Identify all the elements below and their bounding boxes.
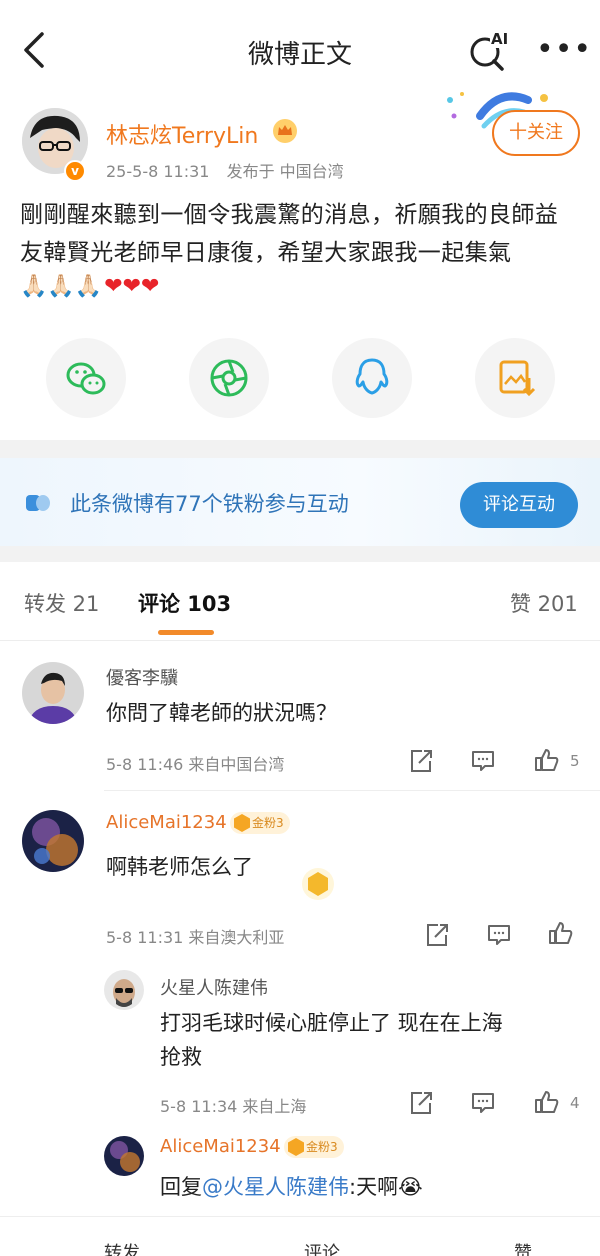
moments-icon: [210, 359, 248, 397]
comment-icon[interactable]: [470, 748, 496, 774]
comment-icon[interactable]: [486, 922, 512, 948]
comment-interact-button[interactable]: 评论互动: [460, 482, 578, 528]
follow-button[interactable]: 十关注: [492, 110, 580, 156]
post-date: 25-5-8 11:31: [106, 162, 210, 181]
reply-prefix: 回复: [160, 1175, 202, 1199]
author-name[interactable]: 林志炫TerryLin: [106, 118, 258, 150]
comment-text-line: 抢救: [160, 1045, 202, 1069]
tab-comments[interactable]: 评论 103: [138, 588, 231, 618]
comment-text: 你問了韓老師的狀況嗎？: [106, 701, 337, 725]
ai-search-button[interactable]: AI: [468, 30, 514, 72]
tab-likes[interactable]: 赞 201: [510, 588, 578, 618]
share-icon[interactable]: [408, 748, 434, 774]
comment-divider: [104, 790, 600, 791]
like-label: 赞: [514, 1243, 532, 1256]
post-meta: 25-5-8 11:31 发布于 中国台湾: [106, 158, 356, 182]
commenter-name[interactable]: 火星人陈建伟: [160, 974, 268, 1000]
fan-level-badge: 金粉3: [284, 1136, 344, 1158]
verified-badge: v: [64, 160, 86, 182]
like-icon[interactable]: [534, 1089, 560, 1115]
more-options-button[interactable]: •••: [536, 35, 591, 65]
section-divider: [0, 546, 600, 562]
fan-badge-label: 金粉3: [306, 1140, 338, 1154]
commenter-avatar-image: [104, 970, 144, 1010]
gold-sticker-icon: [302, 868, 334, 900]
praying-hands-emoji: 🙏🏻🙏🏻🙏🏻: [20, 274, 103, 299]
top-nav-bar: 微博正文 AI •••: [0, 0, 600, 96]
section-divider: [0, 440, 600, 458]
avatar[interactable]: [22, 662, 84, 724]
commenter-avatar-image: [104, 1136, 144, 1176]
repost-button[interactable]: 转发: [60, 1239, 140, 1256]
tabs-divider: [0, 640, 600, 641]
gold-fan-icon: [234, 814, 250, 832]
share-qq-button[interactable]: [332, 338, 412, 418]
ai-label: AI: [490, 30, 510, 48]
like-button[interactable]: 赞: [470, 1239, 532, 1256]
fan-level-badge: 金粉3: [230, 812, 290, 834]
fan-interaction-text: 此条微博有77个铁粉参与互动: [70, 492, 349, 516]
tab-repost[interactable]: 转发 21: [24, 588, 99, 618]
share-icon[interactable]: [408, 1090, 434, 1116]
like-count: 4: [570, 1094, 580, 1112]
avatar[interactable]: [104, 970, 144, 1010]
avatar[interactable]: [22, 810, 84, 872]
avatar[interactable]: [104, 1136, 144, 1176]
reply-body: :天啊😭: [349, 1175, 423, 1199]
comment-meta: 5-8 11:31 来自澳大利亚: [106, 928, 285, 947]
active-tab-indicator: [158, 630, 214, 635]
reply-text: 回复@火星人陈建伟:天啊😭: [160, 1170, 423, 1204]
fan-tag-icon: [26, 495, 50, 511]
red-heart-emoji: ❤❤❤: [104, 274, 160, 299]
commenter-name[interactable]: 優客李驥: [106, 664, 178, 690]
post-emoji-row: 🙏🏻🙏🏻🙏🏻 ❤❤❤: [20, 272, 160, 302]
fan-badge-label: 金粉3: [252, 816, 284, 830]
comment-text: 啊韩老师怎么了: [106, 855, 253, 879]
fan-interaction-banner: 此条微博有77个铁粉参与互动 评论互动: [0, 458, 600, 546]
comment-icon[interactable]: [470, 1090, 496, 1116]
repost-label: 转发: [104, 1243, 140, 1256]
comment-meta: 5-8 11:46 来自中国台湾: [106, 755, 285, 774]
comment-text-line: 打羽毛球时候心脏停止了 现在在上海: [160, 1011, 503, 1035]
like-icon[interactable]: [548, 920, 574, 946]
comment-button[interactable]: 评论: [260, 1239, 340, 1256]
commenter-name[interactable]: AliceMai1234: [106, 812, 227, 833]
share-icon[interactable]: [424, 922, 450, 948]
commenter-name[interactable]: AliceMai1234: [160, 1136, 281, 1157]
post-body-text: 剛剛醒來聽到一個令我震驚的消息，祈願我的良師益友韓賢光老師早日康復，希望大家跟我…: [20, 202, 559, 266]
share-wechat-button[interactable]: [46, 338, 126, 418]
crown-icon: [273, 119, 297, 143]
commenter-avatar-image: [22, 662, 84, 724]
gold-fan-icon: [288, 1138, 304, 1156]
commenter-avatar-image: [22, 810, 84, 872]
like-icon[interactable]: [534, 747, 560, 773]
wechat-icon: [66, 362, 106, 395]
like-count: 5: [570, 752, 580, 770]
mention-link[interactable]: @火星人陈建伟: [202, 1175, 349, 1199]
post-location: 发布于 中国台湾: [226, 162, 344, 181]
qq-icon: [355, 358, 389, 395]
bottom-action-bar: 转发 评论 赞: [0, 1216, 600, 1256]
share-moments-button[interactable]: [189, 338, 269, 418]
comment-meta: 5-8 11:34 来自上海: [160, 1097, 307, 1116]
comment-label: 评论: [304, 1243, 340, 1256]
save-image-icon: [499, 360, 536, 397]
save-image-button[interactable]: [475, 338, 555, 418]
